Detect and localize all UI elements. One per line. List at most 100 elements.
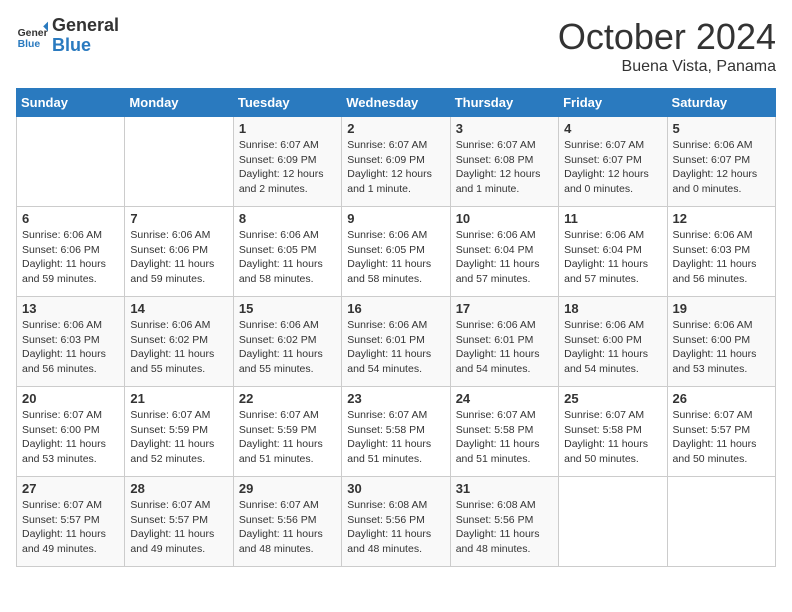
day-number: 9 — [347, 211, 444, 226]
day-number: 12 — [673, 211, 770, 226]
day-info: Sunrise: 6:07 AM Sunset: 6:07 PM Dayligh… — [564, 138, 661, 197]
day-cell: 23Sunrise: 6:07 AM Sunset: 5:58 PM Dayli… — [342, 387, 450, 477]
day-cell: 17Sunrise: 6:06 AM Sunset: 6:01 PM Dayli… — [450, 297, 558, 387]
logo-general: General — [52, 16, 119, 36]
day-number: 27 — [22, 481, 119, 496]
col-header-friday: Friday — [559, 89, 667, 117]
day-info: Sunrise: 6:06 AM Sunset: 6:04 PM Dayligh… — [564, 228, 661, 287]
day-number: 24 — [456, 391, 553, 406]
day-number: 2 — [347, 121, 444, 136]
day-info: Sunrise: 6:07 AM Sunset: 6:00 PM Dayligh… — [22, 408, 119, 467]
logo-icon: General Blue — [16, 20, 48, 52]
day-info: Sunrise: 6:06 AM Sunset: 6:05 PM Dayligh… — [239, 228, 336, 287]
day-info: Sunrise: 6:06 AM Sunset: 6:07 PM Dayligh… — [673, 138, 770, 197]
day-cell: 3 Sunrise: 6:07 AM Sunset: 6:08 PM Daylig… — [450, 117, 558, 207]
day-info: Sunrise: 6:07 AM Sunset: 5:57 PM Dayligh… — [130, 498, 227, 557]
logo-blue: Blue — [52, 36, 119, 56]
day-cell: 1 Sunrise: 6:07 AM Sunset: 6:09 PM Daylig… — [233, 117, 341, 207]
day-number: 10 — [456, 211, 553, 226]
col-header-saturday: Saturday — [667, 89, 775, 117]
day-cell: 7Sunrise: 6:06 AM Sunset: 6:06 PM Daylig… — [125, 207, 233, 297]
day-cell — [125, 117, 233, 207]
day-cell: 13Sunrise: 6:06 AM Sunset: 6:03 PM Dayli… — [17, 297, 125, 387]
day-number: 31 — [456, 481, 553, 496]
col-header-sunday: Sunday — [17, 89, 125, 117]
day-cell: 27Sunrise: 6:07 AM Sunset: 5:57 PM Dayli… — [17, 477, 125, 567]
day-number: 6 — [22, 211, 119, 226]
month-title: October 2024 — [558, 16, 776, 58]
svg-text:Blue: Blue — [18, 39, 41, 50]
day-info: Sunrise: 6:06 AM Sunset: 6:01 PM Dayligh… — [456, 318, 553, 377]
week-row-3: 13Sunrise: 6:06 AM Sunset: 6:03 PM Dayli… — [17, 297, 776, 387]
day-cell: 14 Sunrise: 6:06 AM Sunset: 6:02 PM Dayli… — [125, 297, 233, 387]
day-cell: 30Sunrise: 6:08 AM Sunset: 5:56 PM Dayli… — [342, 477, 450, 567]
day-cell: 22 Sunrise: 6:07 AM Sunset: 5:59 PM Dayli… — [233, 387, 341, 477]
svg-text:General: General — [18, 28, 48, 39]
day-info: Sunrise: 6:06 AM Sunset: 6:02 PM Dayligh… — [130, 318, 227, 377]
day-info: Sunrise: 6:07 AM Sunset: 5:58 PM Dayligh… — [564, 408, 661, 467]
day-cell — [17, 117, 125, 207]
day-number: 25 — [564, 391, 661, 406]
day-info: Sunrise: 6:07 AM Sunset: 5:59 PM Dayligh… — [239, 408, 336, 467]
location: Buena Vista, Panama — [558, 58, 776, 76]
day-info: Sunrise: 6:07 AM Sunset: 6:09 PM Dayligh… — [347, 138, 444, 197]
page-header: General Blue General Blue October 2024 B… — [16, 16, 776, 76]
day-cell: 31 Sunrise: 6:08 AM Sunset: 5:56 PM Dayli… — [450, 477, 558, 567]
day-cell: 10 Sunrise: 6:06 AM Sunset: 6:04 PM Dayli… — [450, 207, 558, 297]
day-info: Sunrise: 6:07 AM Sunset: 5:57 PM Dayligh… — [673, 408, 770, 467]
day-info: Sunrise: 6:06 AM Sunset: 6:00 PM Dayligh… — [564, 318, 661, 377]
day-cell: 20 Sunrise: 6:07 AM Sunset: 6:00 PM Dayli… — [17, 387, 125, 477]
day-number: 4 — [564, 121, 661, 136]
day-cell: 19 Sunrise: 6:06 AM Sunset: 6:00 PM Dayli… — [667, 297, 775, 387]
day-number: 1 — [239, 121, 336, 136]
day-cell: 5 Sunrise: 6:06 AM Sunset: 6:07 PM Daylig… — [667, 117, 775, 207]
day-info: Sunrise: 6:06 AM Sunset: 6:05 PM Dayligh… — [347, 228, 444, 287]
day-number: 23 — [347, 391, 444, 406]
day-cell: 8 Sunrise: 6:06 AM Sunset: 6:05 PM Daylig… — [233, 207, 341, 297]
day-cell: 21Sunrise: 6:07 AM Sunset: 5:59 PM Dayli… — [125, 387, 233, 477]
week-row-2: 6 Sunrise: 6:06 AM Sunset: 6:06 PM Daylig… — [17, 207, 776, 297]
logo: General Blue General Blue — [16, 16, 119, 56]
day-number: 3 — [456, 121, 553, 136]
day-info: Sunrise: 6:07 AM Sunset: 6:09 PM Dayligh… — [239, 138, 336, 197]
day-cell: 11 Sunrise: 6:06 AM Sunset: 6:04 PM Dayli… — [559, 207, 667, 297]
day-number: 22 — [239, 391, 336, 406]
day-number: 28 — [130, 481, 227, 496]
day-number: 18 — [564, 301, 661, 316]
day-number: 26 — [673, 391, 770, 406]
day-number: 20 — [22, 391, 119, 406]
day-info: Sunrise: 6:06 AM Sunset: 6:06 PM Dayligh… — [22, 228, 119, 287]
day-cell — [667, 477, 775, 567]
day-info: Sunrise: 6:07 AM Sunset: 5:58 PM Dayligh… — [456, 408, 553, 467]
day-cell: 9 Sunrise: 6:06 AM Sunset: 6:05 PM Daylig… — [342, 207, 450, 297]
day-info: Sunrise: 6:08 AM Sunset: 5:56 PM Dayligh… — [456, 498, 553, 557]
day-info: Sunrise: 6:06 AM Sunset: 6:06 PM Dayligh… — [130, 228, 227, 287]
day-number: 19 — [673, 301, 770, 316]
day-cell: 28 Sunrise: 6:07 AM Sunset: 5:57 PM Dayli… — [125, 477, 233, 567]
day-cell: 16Sunrise: 6:06 AM Sunset: 6:01 PM Dayli… — [342, 297, 450, 387]
week-row-4: 20 Sunrise: 6:07 AM Sunset: 6:00 PM Dayli… — [17, 387, 776, 477]
day-cell: 6 Sunrise: 6:06 AM Sunset: 6:06 PM Daylig… — [17, 207, 125, 297]
day-cell — [559, 477, 667, 567]
day-number: 8 — [239, 211, 336, 226]
day-info: Sunrise: 6:06 AM Sunset: 6:00 PM Dayligh… — [673, 318, 770, 377]
day-cell: 26 Sunrise: 6:07 AM Sunset: 5:57 PM Dayli… — [667, 387, 775, 477]
week-row-1: 1 Sunrise: 6:07 AM Sunset: 6:09 PM Daylig… — [17, 117, 776, 207]
day-cell: 29Sunrise: 6:07 AM Sunset: 5:56 PM Dayli… — [233, 477, 341, 567]
day-info: Sunrise: 6:06 AM Sunset: 6:01 PM Dayligh… — [347, 318, 444, 377]
day-number: 11 — [564, 211, 661, 226]
day-cell: 4 Sunrise: 6:07 AM Sunset: 6:07 PM Daylig… — [559, 117, 667, 207]
day-cell: 25 Sunrise: 6:07 AM Sunset: 5:58 PM Dayli… — [559, 387, 667, 477]
col-header-wednesday: Wednesday — [342, 89, 450, 117]
day-number: 13 — [22, 301, 119, 316]
day-number: 5 — [673, 121, 770, 136]
calendar-table: SundayMondayTuesdayWednesdayThursdayFrid… — [16, 88, 776, 567]
col-header-monday: Monday — [125, 89, 233, 117]
col-header-thursday: Thursday — [450, 89, 558, 117]
header-row: SundayMondayTuesdayWednesdayThursdayFrid… — [17, 89, 776, 117]
day-info: Sunrise: 6:07 AM Sunset: 5:56 PM Dayligh… — [239, 498, 336, 557]
day-number: 14 — [130, 301, 227, 316]
day-info: Sunrise: 6:07 AM Sunset: 6:08 PM Dayligh… — [456, 138, 553, 197]
day-info: Sunrise: 6:06 AM Sunset: 6:04 PM Dayligh… — [456, 228, 553, 287]
day-cell: 18 Sunrise: 6:06 AM Sunset: 6:00 PM Dayli… — [559, 297, 667, 387]
